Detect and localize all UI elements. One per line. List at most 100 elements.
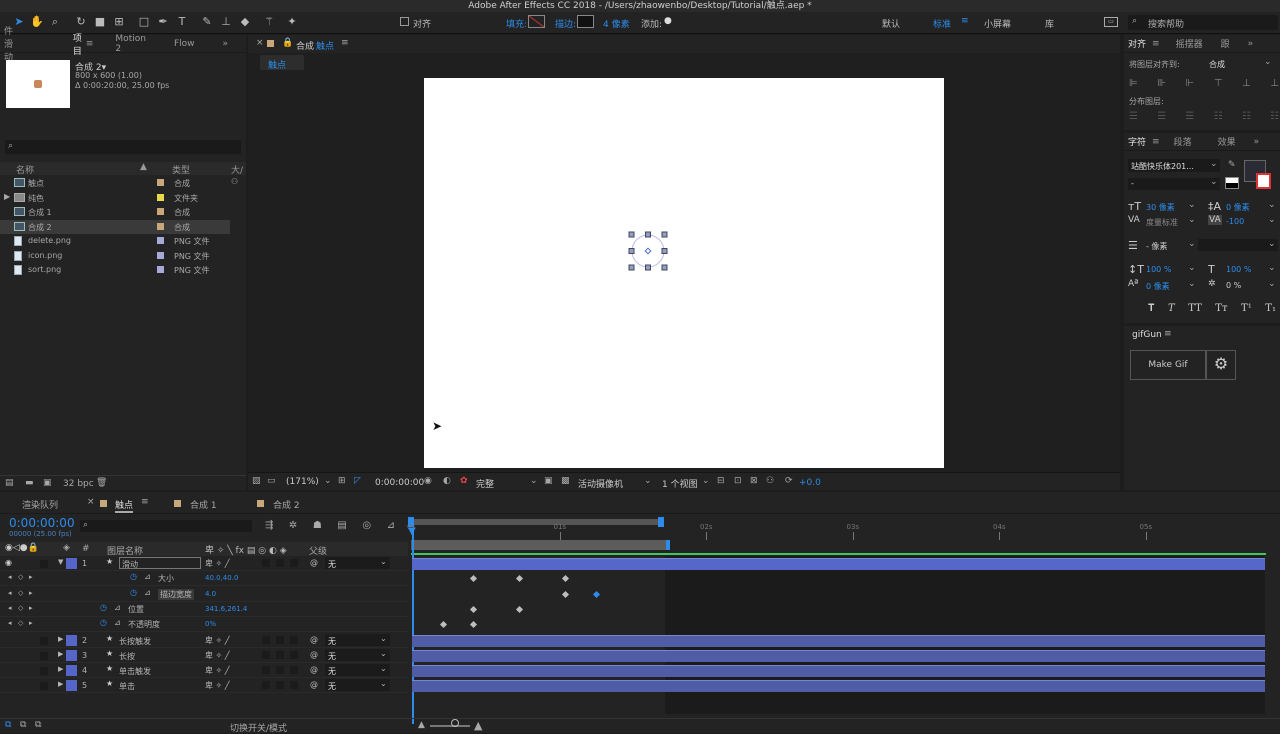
stroke-swatch[interactable]: [577, 15, 594, 28]
views-select[interactable]: 1 个视图: [662, 477, 698, 490]
tab-tracker[interactable]: 跟: [1221, 37, 1230, 50]
tsume-value[interactable]: 0 %: [1226, 281, 1241, 290]
distribute-right-icon[interactable]: ☷: [1270, 111, 1279, 122]
work-area-bar[interactable]: [411, 519, 663, 525]
tab-comp2[interactable]: 合成 2: [273, 498, 300, 511]
reset-exposure-icon[interactable]: ⟳: [785, 476, 793, 486]
shy-layers-icon[interactable]: ☗: [313, 520, 322, 531]
label-color-swatch[interactable]: [157, 208, 164, 215]
align-left-icon[interactable]: ⊫: [1129, 78, 1138, 89]
timeline-menu-icon[interactable]: ≡: [141, 497, 149, 507]
tab-paragraph[interactable]: 段落: [1174, 135, 1192, 148]
tab-wiggler[interactable]: 摇摆器: [1176, 37, 1203, 50]
region-of-interest-icon[interactable]: ▣: [544, 476, 553, 486]
chevron-down-icon[interactable]: ⌄: [1188, 215, 1196, 225]
toggle-switches-icon[interactable]: ⧉: [5, 720, 11, 730]
breadcrumb-comp[interactable]: 触点: [268, 58, 286, 71]
zoom-in-icon[interactable]: ▲: [474, 719, 482, 732]
zoom-slider-thumb[interactable]: [451, 719, 459, 727]
new-comp-icon[interactable]: ▣: [43, 478, 52, 488]
layer-duration-bar[interactable]: [412, 558, 1265, 570]
project-item[interactable]: 合成 1 合成: [0, 205, 230, 219]
more-tabs-icon[interactable]: »: [1254, 137, 1260, 147]
grid-overlay-icon[interactable]: ⊞: [338, 476, 346, 486]
comp-viewer-name[interactable]: 触点: [316, 39, 334, 52]
faux-bold-icon[interactable]: 𝐓: [1148, 303, 1154, 314]
chevron-down-icon[interactable]: ⌄: [1264, 57, 1272, 67]
toggle-inout-icon[interactable]: ⧉: [35, 720, 41, 730]
selected-keyframe-marker[interactable]: [592, 590, 601, 598]
new-folder-icon[interactable]: ▬: [25, 478, 34, 488]
project-item[interactable]: 触点 合成 ⚇: [0, 176, 238, 190]
column-size[interactable]: 大/: [231, 163, 243, 176]
camera-select[interactable]: 活动摄像机: [578, 477, 623, 490]
stroke-order-select[interactable]: [1198, 239, 1278, 251]
more-tabs-icon[interactable]: »: [1248, 39, 1254, 49]
chevron-down-icon[interactable]: ⌄: [1268, 200, 1276, 210]
project-search-input[interactable]: ⌕: [5, 140, 241, 154]
keyframe-marker[interactable]: [439, 621, 448, 629]
stroke-width-value[interactable]: 4 像素: [603, 17, 630, 30]
more-tabs-icon[interactable]: »: [222, 39, 228, 49]
toggle-transfer-icon[interactable]: ⧉: [20, 720, 26, 730]
tab-effects-slide[interactable]: 件 滑动: [4, 24, 15, 63]
keyframe-marker[interactable]: [469, 621, 478, 629]
expand-arrow-icon[interactable]: ▶: [4, 192, 10, 201]
align-bottom-icon[interactable]: ⊥: [1270, 78, 1279, 89]
toggle-switches-modes[interactable]: 切换开关/模式: [230, 721, 287, 734]
layer-duration-bar[interactable]: [412, 665, 1265, 678]
tab-render-queue[interactable]: 渲染队列: [22, 498, 58, 511]
align-top-icon[interactable]: ⊤: [1214, 78, 1223, 89]
close-icon[interactable]: ×: [87, 497, 95, 507]
sort-asc-icon[interactable]: ▲: [140, 162, 147, 172]
align-vcenter-icon[interactable]: ⊥: [1242, 78, 1251, 89]
trash-icon[interactable]: 🗑: [96, 478, 107, 488]
mask-toggle-icon[interactable]: ◸: [354, 476, 361, 486]
superscript-icon[interactable]: T¹: [1241, 303, 1252, 314]
workspace-library[interactable]: 库: [1045, 17, 1054, 30]
tab-character[interactable]: 字符: [1128, 135, 1146, 148]
exposure-value[interactable]: +0.0: [799, 478, 821, 488]
motion-blur-icon[interactable]: ◎: [362, 520, 371, 531]
bit-depth-label[interactable]: 32 bpc: [63, 479, 94, 489]
distribute-bottom-icon[interactable]: ☰: [1185, 111, 1194, 122]
distribute-left-icon[interactable]: ☷: [1214, 111, 1223, 122]
hand-tool-icon[interactable]: ✋: [30, 15, 44, 29]
chevron-down-icon[interactable]: ⌄: [1268, 279, 1276, 289]
out-point-marker[interactable]: [666, 540, 670, 550]
baseline-shift-value[interactable]: 0 像素: [1146, 281, 1170, 292]
snapshot-icon[interactable]: ◉: [424, 476, 432, 486]
tab-effects[interactable]: 效果: [1218, 135, 1236, 148]
tab-motion2[interactable]: Motion 2: [115, 34, 146, 54]
puppet-tool-icon[interactable]: ✦: [285, 15, 299, 29]
layer-duration-bar[interactable]: [412, 649, 1265, 662]
align-menu-icon[interactable]: ≡: [1152, 39, 1160, 49]
align-checkbox[interactable]: [400, 17, 409, 26]
tab-project[interactable]: 项目: [73, 31, 82, 57]
flowchart-icon[interactable]: ⚇: [766, 476, 774, 486]
brush-tool-icon[interactable]: ✎: [200, 15, 214, 29]
search-help-input[interactable]: 搜索帮助: [1148, 17, 1184, 30]
viewer-timecode[interactable]: 0:00:00:00: [375, 478, 424, 488]
font-size-value[interactable]: 30 像素: [1146, 202, 1175, 213]
lock-icon[interactable]: 🔒: [282, 38, 293, 48]
keyframe-marker[interactable]: [561, 590, 570, 598]
make-gif-button[interactable]: Make Gif: [1130, 350, 1206, 380]
tab-comp-touch[interactable]: 触点: [115, 498, 134, 513]
zoom-out-icon[interactable]: ▲: [418, 720, 425, 730]
pen-tool-icon[interactable]: ✒: [156, 15, 170, 29]
workspace-small-screen[interactable]: 小屏幕: [984, 17, 1011, 30]
pan-behind-tool-icon[interactable]: ⊞: [112, 15, 126, 29]
all-caps-icon[interactable]: TT: [1188, 303, 1202, 314]
comp-menu-icon[interactable]: ≡: [341, 38, 349, 48]
distribute-vcenter-icon[interactable]: ☰: [1157, 111, 1166, 122]
tab-flow[interactable]: Flow: [174, 39, 195, 49]
always-preview-icon[interactable]: ▧: [252, 476, 261, 486]
interpret-footage-icon[interactable]: ▤: [5, 478, 14, 488]
timeline-link-icon[interactable]: ⊠: [750, 476, 758, 486]
chevron-down-icon[interactable]: ⌄: [1188, 279, 1196, 289]
transparency-grid-icon[interactable]: ▩: [561, 476, 570, 486]
chevron-down-icon[interactable]: ⌄: [1268, 263, 1276, 273]
sync-settings-icon[interactable]: ▭: [1104, 17, 1118, 27]
column-name[interactable]: 名称: [16, 163, 34, 176]
